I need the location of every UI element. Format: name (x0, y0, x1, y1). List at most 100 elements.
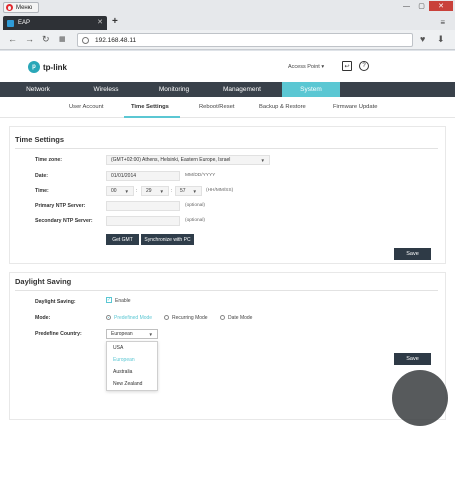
browser-tab-eap[interactable]: EAP ✕ (3, 16, 107, 30)
country-value: European (111, 331, 133, 337)
date-format-hint: MM/DD/YYYY (185, 173, 216, 178)
time-hour-value: 00 (111, 188, 117, 194)
address-toolbar: ← → ↻ ▦ 192.168.48.11 ♥ ⬇ (0, 30, 455, 50)
country-option-new-zealand[interactable]: New Zealand (107, 378, 157, 390)
recurring-mode-radio[interactable] (164, 315, 169, 320)
time-separator: : (171, 188, 173, 194)
sub-nav: User Account Time Settings Reboot/Reset … (0, 97, 455, 118)
new-tab-button[interactable]: + (112, 16, 118, 27)
time-format-hint: (HH/MM/SS) (206, 188, 234, 193)
time-second-select[interactable]: 57 ▼ (175, 186, 202, 196)
subnav-user-account[interactable]: User Account (69, 104, 103, 110)
tab-menu-icon[interactable]: ≡ (440, 18, 445, 27)
country-select[interactable]: European ▼ (106, 329, 158, 339)
divider (15, 290, 438, 291)
date-input[interactable]: 01/01/2014 (106, 171, 180, 181)
opera-logo-icon (6, 4, 13, 11)
primary-ntp-input[interactable] (106, 201, 180, 211)
tab-title: EAP (18, 20, 31, 26)
date-label: Date: (35, 173, 48, 179)
country-option-australia[interactable]: Australia (107, 366, 157, 378)
forward-icon[interactable]: → (25, 34, 34, 44)
enable-checkbox[interactable]: ✓ (106, 297, 112, 303)
back-icon[interactable]: ← (8, 34, 17, 44)
help-icon[interactable]: ? (359, 61, 369, 71)
time-save-button[interactable]: Save (394, 248, 431, 260)
close-window-icon[interactable]: ✕ (429, 1, 453, 11)
country-option-usa[interactable]: USA (107, 342, 157, 354)
minimize-icon[interactable]: — (399, 1, 414, 11)
tplink-logo-icon: p (28, 61, 40, 73)
browser-menu-label: Меню (16, 4, 33, 11)
chevron-down-icon: ▼ (260, 158, 265, 163)
main-nav: Network Wireless Monitoring Management S… (0, 82, 455, 97)
url-text: 192.168.48.11 (95, 36, 137, 44)
nav-item-system[interactable]: System (282, 82, 340, 97)
subnav-active-indicator (124, 116, 180, 118)
tplink-logo: p tp-link (28, 61, 67, 73)
predefined-mode-label: Predefined Mode (114, 315, 153, 321)
speed-dial-icon[interactable]: ▦ (59, 35, 66, 43)
time-hour-select[interactable]: 00 ▼ (106, 186, 134, 196)
divider (15, 148, 438, 149)
chevron-down-icon: ▼ (124, 189, 129, 194)
window-controls: — ▢ ✕ (399, 1, 453, 11)
time-minute-value: 29 (146, 188, 152, 194)
logo-text: tp-link (43, 62, 67, 72)
tab-favicon-icon (7, 19, 14, 27)
primary-ntp-hint: (optional) (185, 203, 205, 208)
predefined-mode-radio[interactable] (106, 315, 111, 320)
mode-select[interactable]: Access Point ▾ (288, 64, 324, 70)
mode-label: Mode: (35, 315, 51, 321)
download-icon[interactable]: ⬇ (437, 34, 445, 45)
time-label: Time: (35, 188, 49, 194)
subnav-reboot-reset[interactable]: Reboot/Reset (199, 104, 234, 110)
nav-item-wireless[interactable]: Wireless (72, 82, 140, 97)
logout-icon[interactable]: ↩ (342, 61, 352, 71)
heart-icon[interactable]: ♥ (420, 34, 425, 44)
reload-icon[interactable]: ↻ (42, 34, 50, 45)
time-second-value: 57 (180, 188, 186, 194)
secondary-ntp-label: Secondary NTP Server: (35, 218, 93, 224)
daylight-saving-label: Daylight Saving: (35, 299, 76, 305)
time-minute-select[interactable]: 29 ▼ (141, 186, 169, 196)
timezone-value: (GMT+02:00) Athens, Helsinki, Eastern Eu… (111, 157, 231, 163)
chevron-down-icon: ▼ (192, 189, 197, 194)
nav-item-monitoring[interactable]: Monitoring (140, 82, 208, 97)
date-value: 01/01/2014 (111, 173, 137, 179)
get-gmt-button[interactable]: Get GMT (106, 234, 139, 245)
chevron-down-icon: ▼ (148, 332, 153, 337)
enable-label: Enable (115, 298, 131, 304)
globe-icon (82, 36, 89, 44)
time-settings-card (9, 126, 446, 264)
country-dropdown: USA European Australia New Zealand (106, 341, 158, 391)
subnav-backup-restore[interactable]: Backup & Restore (259, 104, 306, 110)
sync-with-pc-button[interactable]: Synchronize with PC (141, 234, 194, 245)
secondary-ntp-hint: (optional) (185, 218, 205, 223)
nav-item-network[interactable]: Network (4, 82, 72, 97)
subnav-time-settings[interactable]: Time Settings (131, 104, 169, 110)
daylight-saving-card (9, 272, 446, 420)
predefine-country-label: Predefine Country: (35, 331, 82, 337)
date-mode-radio[interactable] (220, 315, 225, 320)
daylight-saving-title: Daylight Saving (15, 277, 72, 286)
secondary-ntp-input[interactable] (106, 216, 180, 226)
maximize-icon[interactable]: ▢ (414, 1, 429, 11)
time-settings-title: Time Settings (15, 135, 65, 144)
timezone-label: Time zone: (35, 157, 62, 163)
recurring-mode-label: Recurring Mode (172, 315, 208, 321)
window-titlebar: Меню — ▢ ✕ (0, 0, 455, 16)
country-option-european[interactable]: European (107, 354, 157, 366)
primary-ntp-label: Primary NTP Server: (35, 203, 86, 209)
address-field[interactable]: 192.168.48.11 (77, 33, 413, 47)
time-separator: : (136, 188, 138, 194)
date-mode-label: Date Mode (228, 315, 253, 321)
timezone-select[interactable]: (GMT+02:00) Athens, Helsinki, Eastern Eu… (106, 155, 270, 165)
daylight-save-button[interactable]: Save (394, 353, 431, 365)
nav-item-management[interactable]: Management (208, 82, 276, 97)
page-content: p tp-link Access Point ▾ ↩ ? Network Wir… (0, 51, 455, 480)
app-header: p tp-link Access Point ▾ ↩ ? (0, 51, 455, 81)
subnav-firmware-update[interactable]: Firmware Update (333, 104, 377, 110)
browser-menu-button[interactable]: Меню (3, 2, 39, 13)
tab-close-icon[interactable]: ✕ (97, 18, 103, 26)
